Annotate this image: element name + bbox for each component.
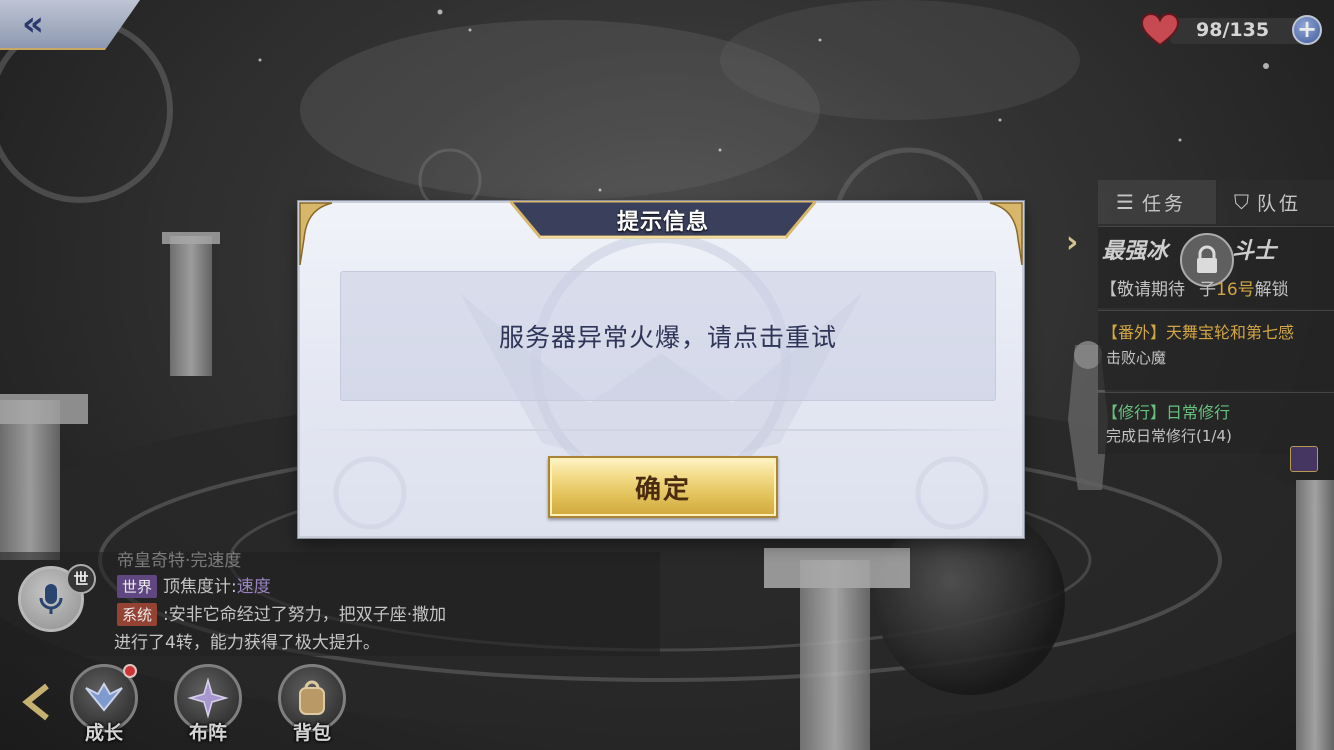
dialog-title: 提示信息: [616, 210, 709, 235]
alert-dialog: 提示信息 服务器异常火爆，请点击重试 确定: [298, 201, 1024, 538]
confirm-label: 确定: [634, 474, 691, 505]
dialog-title-bar: 提示信息: [510, 201, 816, 239]
gold-corner-ornament: [299, 202, 333, 266]
game-screen: « 98/135 + › ☰ 任务 ⛉ 队伍 最强冰 斗士 【敬请期待 子16号…: [0, 0, 1334, 750]
message-panel: 服务器异常火爆，请点击重试: [340, 271, 996, 401]
dialog-message: 服务器异常火爆，请点击重试: [498, 323, 837, 352]
confirm-button[interactable]: 确定: [548, 456, 778, 518]
divider: [302, 429, 1020, 431]
gold-corner-ornament: [989, 202, 1023, 266]
